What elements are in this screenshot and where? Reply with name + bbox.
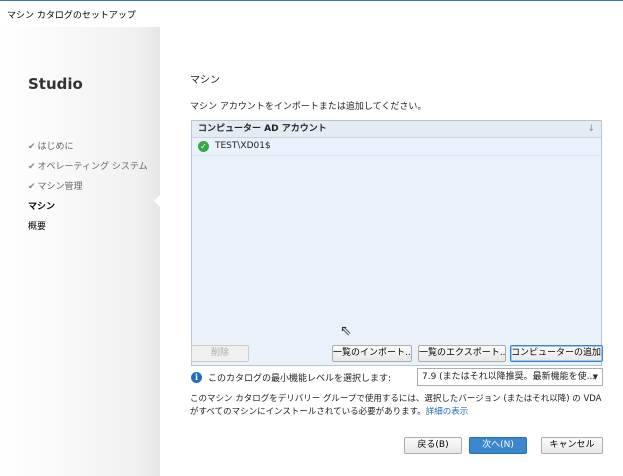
check-icon: ✔ (28, 162, 36, 172)
step-machine-management: ✔ マシン管理 (28, 182, 83, 192)
wizard-sidebar: Studio ✔ はじめに ✔ オペレーティング システム ✔ マシン管理 マシン 概… (0, 27, 161, 476)
step-operating-system: ✔ オペレーティング システム (28, 162, 148, 172)
export-list-button[interactable]: 一覧のエクスポート... (418, 345, 506, 362)
info-icon: i (191, 371, 202, 383)
chevron-down-icon: ▼ (592, 373, 598, 381)
window-title: マシン カタログのセットアップ (7, 11, 136, 21)
instruction-text: マシン アカウントをインポートまたは追加してください。 (190, 102, 427, 112)
next-button[interactable]: 次へ(N) (469, 437, 527, 454)
check-icon: ✔ (28, 182, 36, 192)
add-computers-button[interactable]: コンピューターの追加... (510, 345, 603, 362)
functional-level-select[interactable]: 7.9 (またはそれ以降推奨。最新機能を使... ▼ (417, 368, 603, 386)
sort-arrow-icon: ↓ (587, 124, 595, 134)
import-list-button[interactable]: 一覧のインポート... (332, 345, 412, 362)
mouse-pointer-icon: ⇖ (340, 323, 352, 339)
machine-account-name: TEST\XD01$ (215, 141, 271, 151)
functional-level-row: i このカタログの最小機能レベルを選択します: (191, 368, 391, 386)
step-introduction: ✔ はじめに (28, 142, 74, 152)
wizard-steps: ✔ はじめに ✔ オペレーティング システム ✔ マシン管理 マシン 概要 (28, 137, 148, 237)
machine-account-list[interactable]: コンピューター AD アカウント ↓ ✓ TEST\XD01$ ⇖ (191, 120, 602, 366)
back-button[interactable]: 戻る(B) (404, 437, 462, 454)
vda-requirement-note: このマシン カタログをデリバリー グループで使用するには、選択したバージョン (… (190, 394, 602, 417)
step-summary: 概要 (28, 222, 47, 232)
checkmark-circle-icon: ✓ (198, 141, 209, 152)
functional-level-label: このカタログの最小機能レベルを選択します: (208, 373, 392, 384)
step-machines: マシン (28, 202, 56, 212)
brand-title: Studio (28, 75, 83, 93)
title-bar: マシン カタログのセットアップ (0, 0, 623, 27)
section-title: マシン (190, 75, 220, 86)
more-info-link[interactable]: 詳細の表示 (426, 407, 469, 417)
main-panel: マシン マシン アカウントをインポートまたは追加してください。 コンピューター … (160, 27, 623, 476)
column-header-ad-account[interactable]: コンピューター AD アカウント ↓ (192, 121, 601, 138)
check-icon: ✔ (28, 142, 36, 152)
delete-button[interactable]: 削除 (191, 345, 249, 362)
list-item[interactable]: ✓ TEST\XD01$ (192, 138, 601, 156)
cancel-button[interactable]: キャンセル (541, 437, 603, 454)
